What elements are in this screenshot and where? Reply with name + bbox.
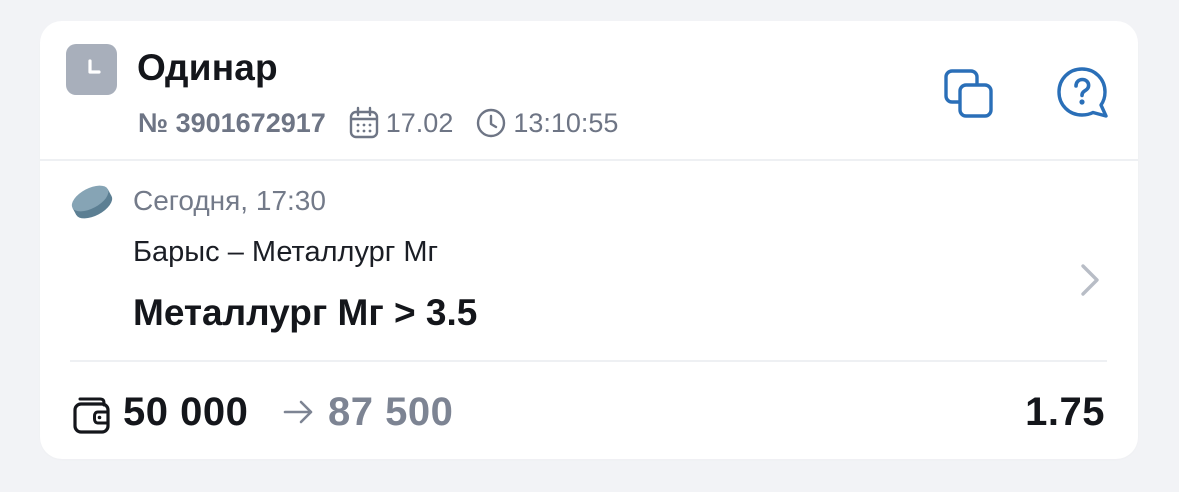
potential-payout: 87 500 — [328, 390, 454, 434]
help-button[interactable] — [1052, 63, 1112, 123]
bet-summary: 50 000 87 500 1.75 — [40, 362, 1138, 459]
clock-icon — [87, 58, 101, 74]
pending-status-badge — [66, 44, 117, 95]
bet-selection: Металлург Мг > 3.5 — [133, 292, 478, 333]
hockey-puck-icon — [68, 181, 116, 223]
event-start-time: Сегодня, 17:30 — [133, 185, 326, 216]
bet-date-value: 17.02 — [385, 107, 454, 138]
bet-time-value: 13:10:55 — [513, 107, 619, 138]
copy-button[interactable] — [940, 65, 998, 123]
odds-value: 1.75 — [1025, 390, 1105, 434]
event-row[interactable]: Сегодня, 17:30 Барыс – Металлург Мг Мета… — [40, 161, 1138, 359]
chevron-right-icon — [1074, 263, 1104, 297]
bet-time: 13:10:55 — [475, 107, 618, 139]
bet-number: № 3901672917 — [138, 107, 326, 138]
stake-amount: 50 000 — [123, 390, 249, 434]
arrow-right-icon — [282, 398, 316, 426]
bet-meta: № 3901672917 17.02 13:10:55 — [138, 105, 618, 141]
copy-icon — [944, 69, 993, 118]
bet-type-title: Одинар — [137, 47, 278, 88]
bet-header: Одинар № 3901672917 17.02 13:10:55 — [40, 21, 1138, 159]
bet-date: 17.02 — [348, 106, 454, 140]
help-bubble-icon — [1057, 67, 1108, 118]
event-teams: Барыс – Металлург Мг — [133, 236, 439, 268]
calendar-icon — [348, 106, 380, 140]
wallet-icon — [72, 395, 112, 435]
time-icon — [475, 107, 507, 139]
bet-card: Одинар № 3901672917 17.02 13:10:55 Сегод… — [40, 21, 1138, 459]
